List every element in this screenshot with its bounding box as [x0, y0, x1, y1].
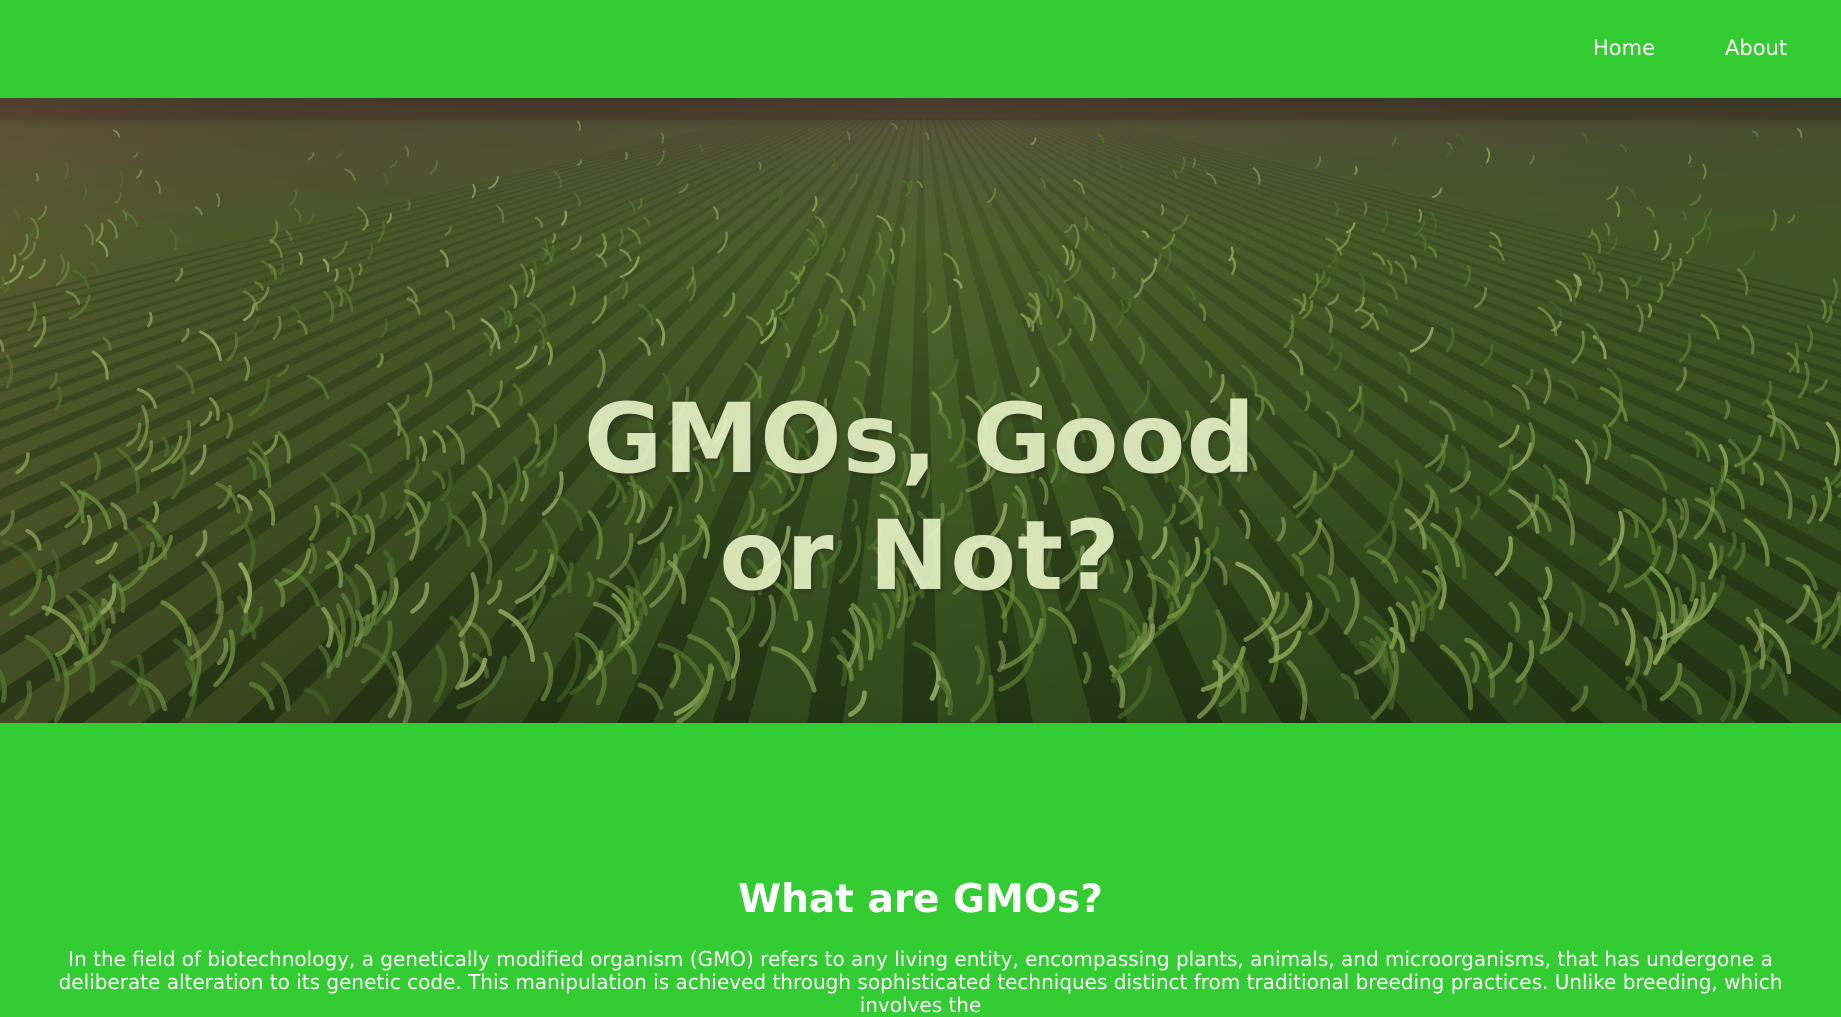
hero-title: GMOs, Good or Not?	[583, 383, 1257, 612]
hero-banner: GMOs, Good or Not?	[0, 98, 1841, 723]
nav-link-home[interactable]: Home	[1593, 36, 1655, 60]
section-paragraph: In the field of biotechnology, a genetic…	[58, 947, 1783, 1017]
navbar: Home About	[0, 0, 1841, 98]
section-heading: What are GMOs?	[738, 877, 1103, 922]
nav-link-about[interactable]: About	[1725, 36, 1787, 60]
